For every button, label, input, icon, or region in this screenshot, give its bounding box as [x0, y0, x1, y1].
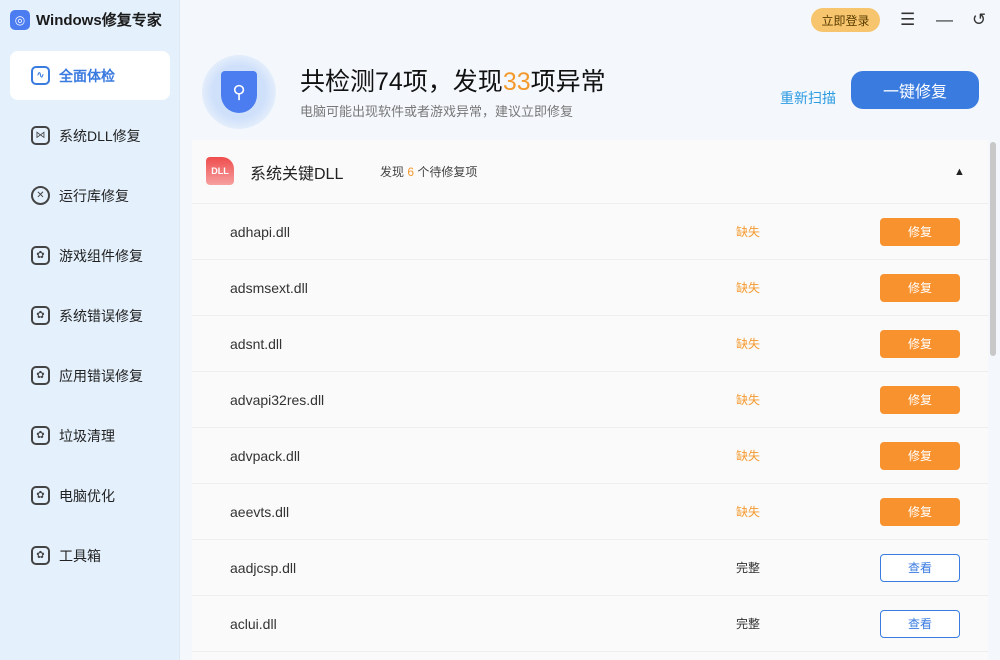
close-icon[interactable]: ↺ — [972, 10, 986, 30]
gear-icon: ✿ — [31, 546, 50, 565]
shield-scan-icon: ⚲ — [202, 55, 276, 129]
table-row: adhapi.dll 缺失 修复 — [192, 204, 988, 260]
title-post: 项异常 — [530, 68, 606, 96]
dll-status: 完整 — [736, 561, 761, 575]
dll-name: adsmsext.dll — [230, 279, 308, 296]
collapse-caret-icon[interactable]: ▲ — [954, 166, 965, 178]
monitor-pulse-icon: ∿ — [31, 66, 50, 85]
app-title: Windows修复专家 — [36, 12, 162, 29]
sidebar-item-label: 系统错误修复 — [59, 307, 143, 324]
table-row: advpack.dll 缺失 修复 — [192, 428, 988, 484]
panel-header[interactable]: DLL 系统关键DLL 发现 6 个待修复项 ▲ — [192, 140, 988, 204]
table-row: aeevts.dll 缺失 修复 — [192, 484, 988, 540]
app-logo-icon: ◎ — [10, 9, 30, 30]
fix-all-button[interactable]: 一键修复 — [851, 71, 979, 109]
panel-title: 系统关键DLL — [250, 165, 344, 183]
table-row: adsmsext.dll 缺失 修复 — [192, 260, 988, 316]
gear-icon: ✿ — [31, 366, 50, 385]
menu-icon[interactable]: ☰ — [900, 10, 915, 30]
sidebar-item-label: 垃圾清理 — [59, 427, 115, 444]
sidebar-item[interactable]: ∿ 全面体检 — [10, 51, 170, 100]
x-circle-icon: ✕ — [31, 186, 50, 205]
header: 立即登录 ☰ — ↺ ⚲ 共检测74项，发现33项异常 电脑可能出现软件或者游戏… — [180, 0, 1000, 140]
dll-panel: DLL 系统关键DLL 发现 6 个待修复项 ▲ adhapi.dll 缺失 修复 a… — [192, 140, 988, 660]
gear-icon: ✿ — [31, 486, 50, 505]
table-row: advapi32res.dll 缺失 修复 — [192, 372, 988, 428]
sidebar-item[interactable]: ⋈ 系统DLL修复 — [10, 111, 170, 160]
sidebar-item[interactable]: ✿ 电脑优化 — [10, 471, 170, 520]
sidebar-nav: ∿ 全面体检 ⋈ 系统DLL修复 ✕ 运行库修复 ✿ 游戏组件修复 ✿ 系统错误修复 ✿ 应用错误修复… — [10, 51, 170, 591]
gear-icon: ✿ — [31, 426, 50, 445]
sidebar-item-label: 电脑优化 — [59, 487, 115, 504]
sidebar-item[interactable]: ✕ 运行库修复 — [10, 171, 170, 220]
sidebar-item-label: 工具箱 — [59, 547, 101, 564]
gear-icon: ✿ — [31, 306, 50, 325]
subtitle: 电脑可能出现软件或者游戏异常，建议立即修复 — [300, 104, 574, 119]
scrollbar[interactable] — [990, 142, 996, 356]
repair-button[interactable]: 修复 — [880, 441, 960, 470]
repair-button[interactable]: 修复 — [880, 217, 960, 246]
repair-button[interactable]: 修复 — [880, 385, 960, 414]
dll-name: adsnt.dll — [230, 335, 283, 352]
dll-name: aeevts.dll — [230, 503, 290, 520]
dll-name: advapi32res.dll — [230, 391, 325, 408]
sidebar-item[interactable]: ✿ 游戏组件修复 — [10, 231, 170, 280]
login-button[interactable]: 立即登录 — [811, 8, 880, 32]
app-logo: ◎ Windows修复专家 — [10, 9, 162, 30]
sidebar: ◎ Windows修复专家 ∿ 全面体检 ⋈ 系统DLL修复 ✕ 运行库修复 ✿ 游戏组件修复 ✿… — [0, 0, 180, 660]
sidebar-item-label: 游戏组件修复 — [59, 247, 143, 264]
sidebar-item[interactable]: ✿ 应用错误修复 — [10, 351, 170, 400]
repair-button[interactable]: 修复 — [880, 329, 960, 358]
page-title: 共检测74项，发现33项异常 — [300, 62, 606, 98]
dll-status: 缺失 — [736, 281, 761, 295]
sidebar-item-label: 运行库修复 — [59, 187, 129, 204]
dll-name: aadjcsp.dll — [230, 559, 297, 576]
sidebar-item[interactable]: ✿ 工具箱 — [10, 531, 170, 580]
sidebar-item[interactable]: ✿ 系统错误修复 — [10, 291, 170, 340]
dll-name: advpack.dll — [230, 447, 301, 464]
table-row: aadjcsp.dll 完整 查看 — [192, 540, 988, 596]
dll-status: 缺失 — [736, 505, 761, 519]
minimize-icon[interactable]: — — [936, 10, 953, 30]
pending-count: 发现 6 个待修复项 — [380, 165, 478, 179]
sidebar-item[interactable]: ✿ 垃圾清理 — [10, 411, 170, 460]
sidebar-item-label: 全面体检 — [59, 67, 115, 84]
dll-status: 完整 — [736, 617, 761, 631]
dll-name: adhapi.dll — [230, 223, 290, 240]
table-row: aclui.dll 完整 查看 — [192, 596, 988, 652]
dll-status: 缺失 — [736, 225, 761, 239]
dll-status: 缺失 — [736, 393, 761, 407]
view-button[interactable]: 查看 — [880, 609, 960, 638]
repair-button[interactable]: 修复 — [880, 273, 960, 302]
table-row: adsnt.dll 缺失 修复 — [192, 316, 988, 372]
rescan-link[interactable]: 重新扫描 — [780, 88, 836, 108]
dll-status: 缺失 — [736, 449, 761, 463]
gear-icon: ✿ — [31, 246, 50, 265]
anomaly-count: 33 — [502, 68, 531, 96]
sidebar-item-label: 应用错误修复 — [59, 367, 143, 384]
dll-status: 缺失 — [736, 337, 761, 351]
sidebar-item-label: 系统DLL修复 — [59, 127, 141, 144]
dll-icon: ⋈ — [31, 126, 50, 145]
title-pre: 共检测74项，发现 — [300, 68, 503, 96]
dll-name: aclui.dll — [230, 615, 277, 632]
repair-button[interactable]: 修复 — [880, 497, 960, 526]
dll-icon: DLL — [206, 157, 234, 185]
view-button[interactable]: 查看 — [880, 553, 960, 582]
